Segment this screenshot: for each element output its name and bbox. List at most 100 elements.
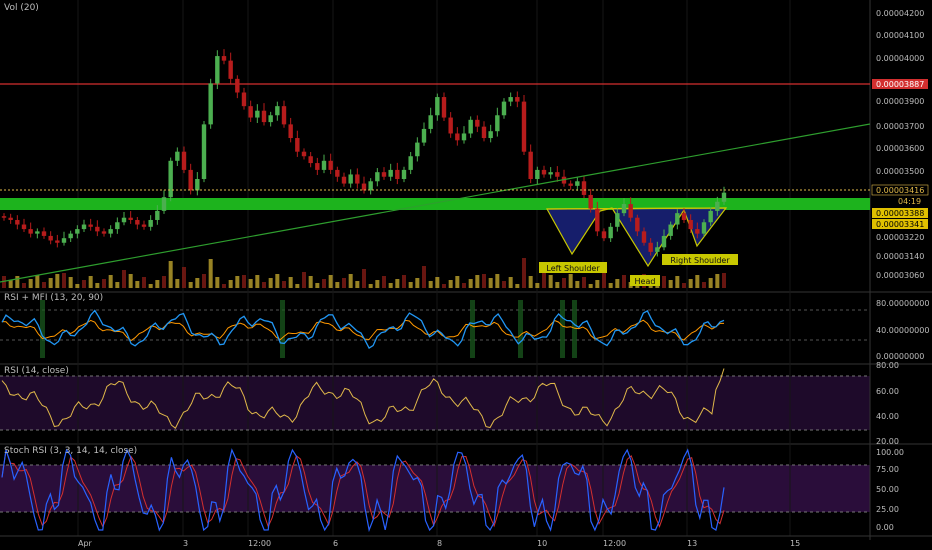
volume-bar — [315, 283, 320, 288]
price-tick: 0.00003500 — [876, 167, 924, 176]
time-tick: 15 — [790, 539, 800, 548]
candle-body — [715, 201, 720, 211]
candle-body — [461, 133, 467, 141]
volume-bar — [255, 275, 260, 288]
candle-body — [488, 131, 493, 139]
candle-body — [308, 156, 313, 164]
candle-body — [648, 242, 653, 252]
candle-body — [595, 208, 600, 232]
price-tick: 0.00003600 — [876, 144, 924, 153]
trading-chart[interactable]: Left Shoulder Head Right Shoulder 0.0000… — [0, 0, 932, 550]
volume-bar — [128, 274, 133, 288]
candle-body — [228, 60, 233, 79]
candle-body — [348, 174, 353, 184]
volume-bar — [208, 259, 213, 288]
candle-body — [428, 115, 433, 129]
volume-bar — [155, 280, 160, 288]
candle-body — [395, 169, 400, 180]
mfi-highlight — [518, 300, 523, 358]
volume-bar — [328, 275, 333, 288]
stoch-pane-label[interactable]: Stoch RSI (3, 3, 14, 14, close) — [4, 446, 137, 456]
volume-bar — [622, 275, 626, 288]
candle-body — [21, 224, 27, 230]
volume-bar — [228, 280, 233, 288]
mfi-highlight — [560, 300, 565, 358]
time-tick: 12:00 — [248, 539, 271, 548]
time-tick: 3 — [183, 539, 188, 548]
volume-bar — [682, 283, 686, 288]
candle-body — [701, 222, 707, 234]
time-axis[interactable]: Apr 3 12:00 6 8 10 12:00 13 15 — [78, 539, 800, 548]
volume-bar — [575, 281, 580, 288]
volume-bar — [388, 283, 393, 288]
rsi-mfi-pane[interactable] — [0, 300, 870, 358]
volume-bar — [662, 276, 666, 288]
candle-body — [555, 172, 560, 177]
volume-bar — [35, 275, 40, 288]
candle-body — [81, 224, 87, 230]
price-pane[interactable] — [0, 0, 870, 290]
volume-bar — [395, 279, 400, 288]
volume-bar — [522, 258, 526, 288]
price-tick: 0.00003060 — [876, 271, 924, 280]
zone-bottom-tag-text: 0.00003341 — [876, 220, 924, 229]
stoch-band — [0, 465, 870, 512]
candle-body — [375, 172, 380, 182]
candle-body — [1, 216, 7, 218]
candle-body — [8, 217, 13, 220]
volume-bar — [175, 279, 180, 288]
mfi-highlight — [280, 300, 285, 358]
time-tick: 8 — [437, 539, 442, 548]
stoch-axis[interactable]: 100.00 75.00 50.00 25.00 0.00 — [876, 448, 904, 532]
candle-body — [601, 231, 607, 239]
candle-body — [221, 56, 227, 61]
candle-body — [355, 174, 360, 184]
price-tick: 0.00004000 — [876, 54, 924, 63]
volume-bar — [222, 284, 226, 288]
volume-bar — [668, 280, 673, 288]
volume-bar — [182, 267, 186, 288]
candle-body — [108, 229, 113, 234]
volume-bar — [588, 284, 593, 288]
volume-bar — [562, 278, 566, 288]
candle-body — [341, 176, 347, 184]
volume-bar — [508, 277, 513, 288]
candle-body — [508, 97, 513, 102]
volume-bar — [542, 271, 546, 288]
volume-bar — [82, 280, 86, 288]
volume-bar — [362, 269, 366, 288]
price-axis[interactable]: 0.00004200 0.00004100 0.00004000 0.00003… — [876, 9, 924, 280]
volume-bar — [382, 276, 386, 288]
candle-body — [148, 219, 153, 227]
candle-body — [655, 247, 660, 252]
rsi-axis[interactable]: 80.00 60.00 40.00 20.00 — [876, 361, 899, 446]
rsi-mfi-axis[interactable]: 80.00000000 40.00000000 0.00000000 — [876, 299, 929, 361]
candle-body — [588, 194, 593, 209]
candle-body — [668, 224, 673, 236]
volume-bar — [195, 278, 200, 288]
candle-body — [181, 151, 187, 170]
volume-bar — [528, 276, 533, 288]
price-tick: 0.00004200 — [876, 9, 924, 18]
rsi-tick: 60.00 — [876, 387, 899, 396]
volume-bar — [428, 281, 433, 288]
volume-bar — [375, 280, 380, 288]
candle-body — [615, 213, 620, 227]
right-shoulder-label: Right Shoulder — [670, 256, 730, 265]
candle-body — [295, 138, 300, 152]
price-pane-label[interactable]: Vol (20) — [4, 3, 39, 13]
rsi-mfi-tick: 0.00000000 — [876, 352, 924, 361]
rsi-pane-label[interactable]: RSI (14, close) — [4, 366, 69, 376]
candle-body — [55, 240, 60, 243]
volume-bar — [28, 279, 33, 288]
volume-bar — [448, 280, 453, 288]
volume-bar — [75, 284, 80, 288]
rsi-mfi-tick: 80.00000000 — [876, 299, 929, 308]
candle-body — [368, 181, 373, 191]
volume-bar — [268, 278, 273, 288]
volume-bar — [608, 283, 613, 288]
candle-body — [121, 217, 127, 223]
candle-body — [435, 97, 440, 116]
volume-bar — [455, 276, 460, 288]
rsi-mfi-pane-label[interactable]: RSI + MFI (13, 20, 90) — [4, 293, 103, 303]
